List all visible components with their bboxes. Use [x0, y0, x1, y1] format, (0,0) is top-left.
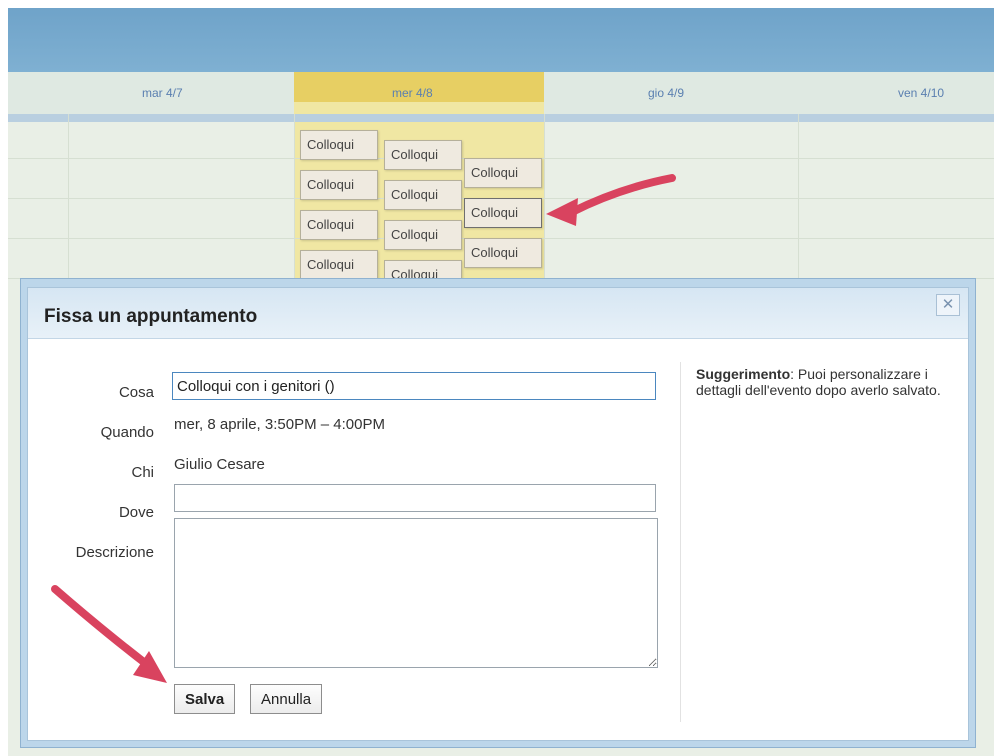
descrizione-textarea[interactable]: [174, 518, 658, 668]
event-slot[interactable]: Colloqui: [300, 170, 378, 200]
calendar-top-band: [8, 8, 994, 72]
quando-value[interactable]: mer, 8 aprile, 3:50PM – 4:00PM: [174, 416, 385, 433]
event-slot[interactable]: Colloqui: [384, 220, 462, 250]
tip-heading: Suggerimento: [696, 366, 791, 382]
grid-vline: [294, 114, 295, 304]
dialog-title-bar: Fissa un appuntamento ✕: [28, 288, 968, 339]
event-slot[interactable]: Colloqui: [464, 238, 542, 268]
cosa-label: Cosa: [118, 384, 154, 401]
quando-label: Quando: [100, 424, 154, 441]
suggestion-tip: Suggerimento: Puoi personalizzare i dett…: [696, 366, 956, 398]
event-slot[interactable]: Colloqui: [464, 158, 542, 188]
event-slot[interactable]: Colloqui: [384, 140, 462, 170]
dialog-separator: [680, 362, 681, 722]
dialog-body: Fissa un appuntamento ✕ Cosa Quando mer,…: [27, 287, 969, 741]
save-button[interactable]: Salva: [174, 684, 236, 714]
all-day-bar: [8, 114, 994, 122]
grid-vline: [798, 114, 799, 304]
day-header-fri[interactable]: ven 4/10: [898, 86, 944, 100]
chi-value: Giulio Cesare: [174, 456, 265, 473]
dove-label: Dove: [118, 504, 154, 521]
dove-input[interactable]: [174, 484, 656, 512]
close-icon[interactable]: ✕: [936, 294, 960, 316]
day-header-thu[interactable]: gio 4/9: [648, 86, 684, 100]
dialog-title: Fissa un appuntamento: [44, 306, 258, 327]
cancel-button[interactable]: Annulla: [250, 684, 323, 714]
event-slot-highlighted[interactable]: Colloqui: [464, 198, 542, 228]
appointment-dialog: Fissa un appuntamento ✕ Cosa Quando mer,…: [20, 278, 976, 748]
grid-vline: [68, 114, 69, 304]
event-slot[interactable]: Colloqui: [300, 130, 378, 160]
event-slot[interactable]: Colloqui: [300, 250, 378, 280]
grid-vline: [544, 114, 545, 304]
day-header-tue[interactable]: mar 4/7: [142, 86, 183, 100]
day-header-wed[interactable]: mer 4/8: [392, 86, 433, 100]
event-slot[interactable]: Colloqui: [384, 180, 462, 210]
event-slot[interactable]: Colloqui: [300, 210, 378, 240]
descrizione-label: Descrizione: [75, 544, 154, 561]
chi-label: Chi: [131, 464, 154, 481]
cosa-input[interactable]: [172, 372, 656, 400]
